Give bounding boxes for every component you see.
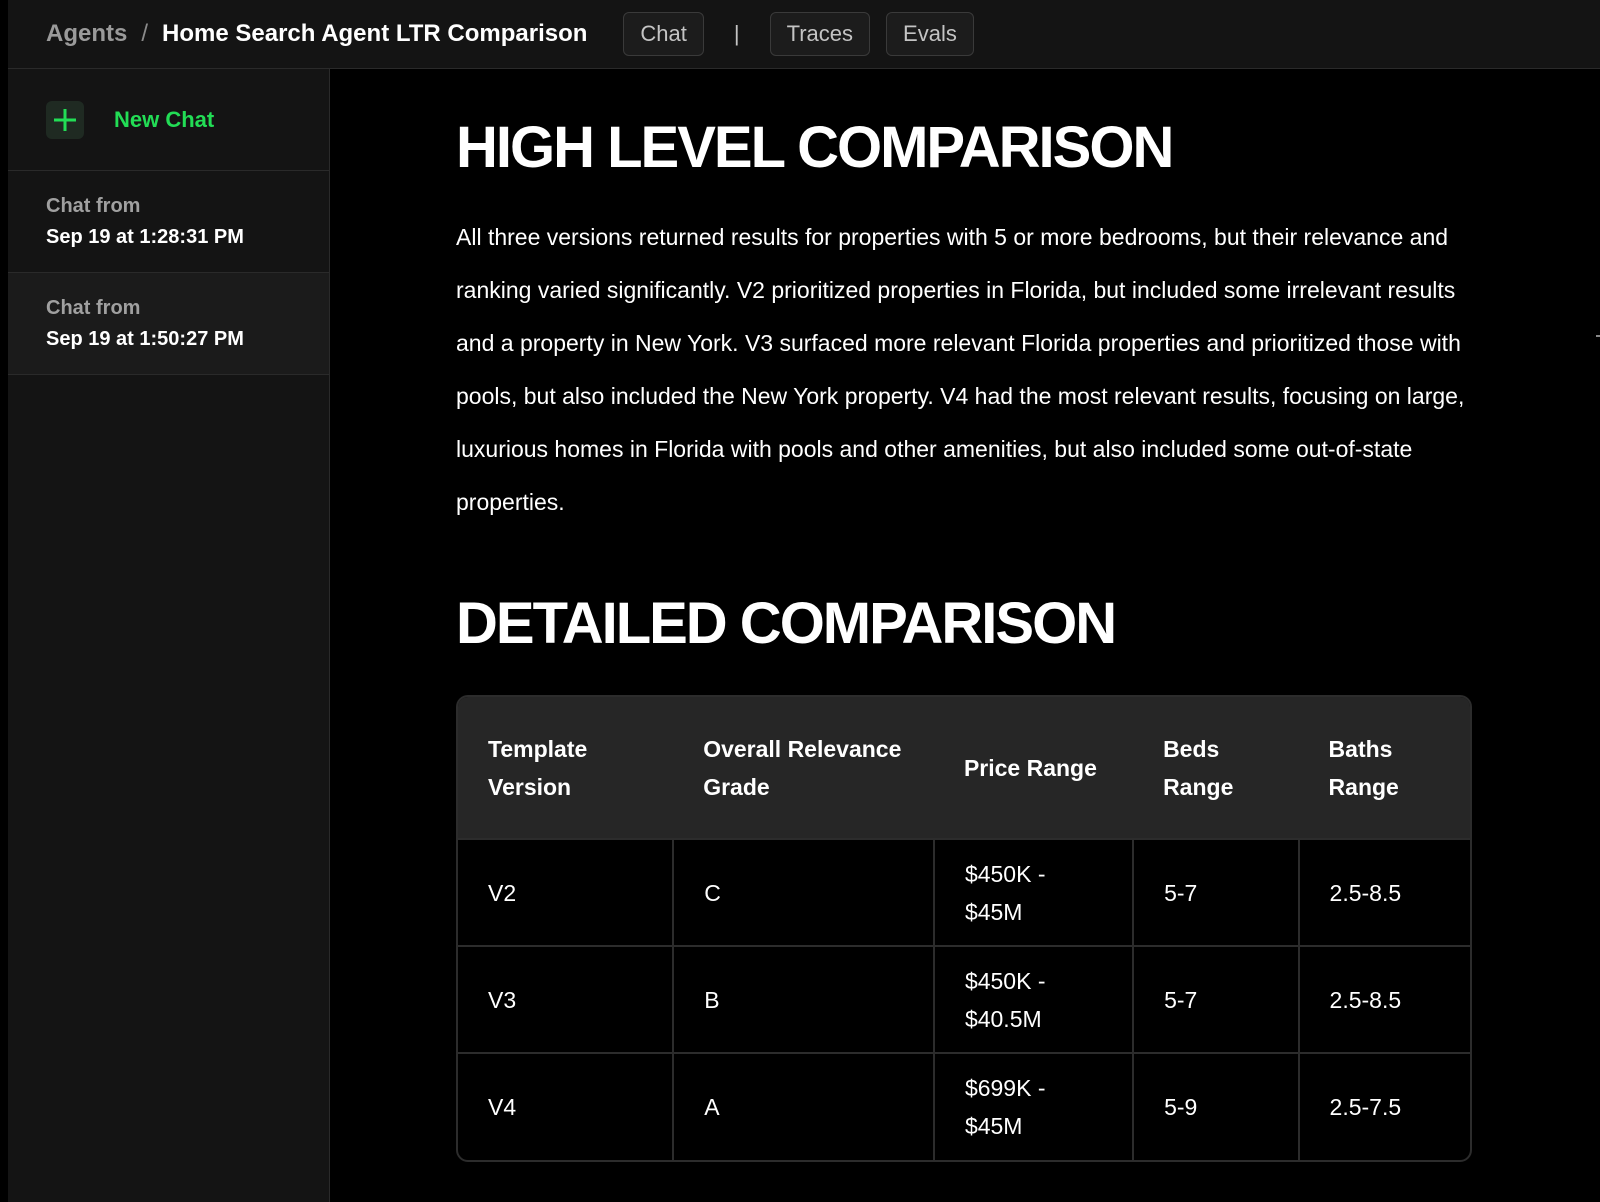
new-chat-button[interactable]: New Chat: [8, 69, 329, 171]
plus-icon: [46, 100, 84, 139]
main-content: HIGH LEVEL COMPARISON All three versions…: [456, 69, 1476, 1162]
tab-divider: |: [733, 21, 740, 46]
table-header-row: Template Version Overall Relevance Grade…: [458, 697, 1470, 839]
breadcrumb-agents-link[interactable]: Agents: [46, 20, 127, 48]
breadcrumb-separator: /: [141, 20, 149, 47]
chat-item-time: Sep 19 at 1:50:27 PM: [46, 327, 244, 350]
header-price-range: Price Range: [933, 697, 1134, 839]
chat-history-item-active[interactable]: Chat from Sep 19 at 1:50:27 PM: [8, 273, 329, 375]
table-row: V2 C $450K - $45M 5-7 2.5-8.5: [458, 838, 1470, 946]
tab-chat[interactable]: Chat: [623, 12, 704, 56]
tab-evals[interactable]: Evals: [886, 12, 974, 56]
chat-item-prefix: Chat from: [46, 296, 141, 319]
comparison-table: Template Version Overall Relevance Grade…: [456, 695, 1472, 1162]
header-template-version: Template Version: [458, 697, 674, 839]
cell-version: V4: [458, 1052, 675, 1160]
tab-traces[interactable]: Traces: [769, 12, 871, 56]
cell-beds: 5-9: [1133, 1052, 1300, 1160]
header-baths-range: Baths Range: [1298, 697, 1470, 839]
cell-beds: 5-7: [1133, 945, 1300, 1053]
cell-price: $699K - $45M: [933, 1052, 1135, 1160]
new-chat-label: New Chat: [114, 106, 215, 132]
cell-version: V2: [458, 838, 675, 946]
cell-version: V3: [458, 945, 675, 1053]
chat-history-item[interactable]: Chat from Sep 19 at 1:28:31 PM: [8, 171, 329, 273]
high-level-heading: HIGH LEVEL COMPARISON: [456, 115, 1174, 180]
cell-baths: 2.5-8.5: [1298, 945, 1470, 1053]
cell-baths: 2.5-7.5: [1298, 1052, 1470, 1160]
cell-grade: A: [673, 1052, 935, 1160]
cell-beds: 5-7: [1133, 838, 1300, 946]
cell-price: $450K - $45M: [933, 838, 1135, 946]
cell-grade: B: [673, 945, 935, 1053]
cell-price: $450K - $40.5M: [933, 945, 1135, 1053]
high-level-paragraph: All three versions returned results for …: [456, 224, 1465, 515]
page-title: Home Search Agent LTR Comparison: [162, 20, 588, 47]
sidebar: New Chat Chat from Sep 19 at 1:28:31 PM …: [8, 69, 330, 1202]
scroll-edge-marker: [1596, 335, 1600, 337]
header-beds-range: Beds Range: [1133, 697, 1299, 839]
table-row: V3 B $450K - $40.5M 5-7 2.5-8.5: [458, 945, 1470, 1053]
cell-baths: 2.5-8.5: [1298, 838, 1470, 946]
header-relevance-grade: Overall Relevance Grade: [673, 697, 934, 839]
detailed-heading: DETAILED COMPARISON: [456, 591, 1117, 656]
chat-item-time: Sep 19 at 1:28:31 PM: [46, 225, 244, 248]
table-row: V4 A $699K - $45M 5-9 2.5-7.5: [458, 1052, 1470, 1160]
top-bar: Agents / Home Search Agent LTR Compariso…: [8, 0, 1600, 69]
cell-grade: C: [673, 838, 935, 946]
chat-item-prefix: Chat from: [46, 194, 141, 217]
